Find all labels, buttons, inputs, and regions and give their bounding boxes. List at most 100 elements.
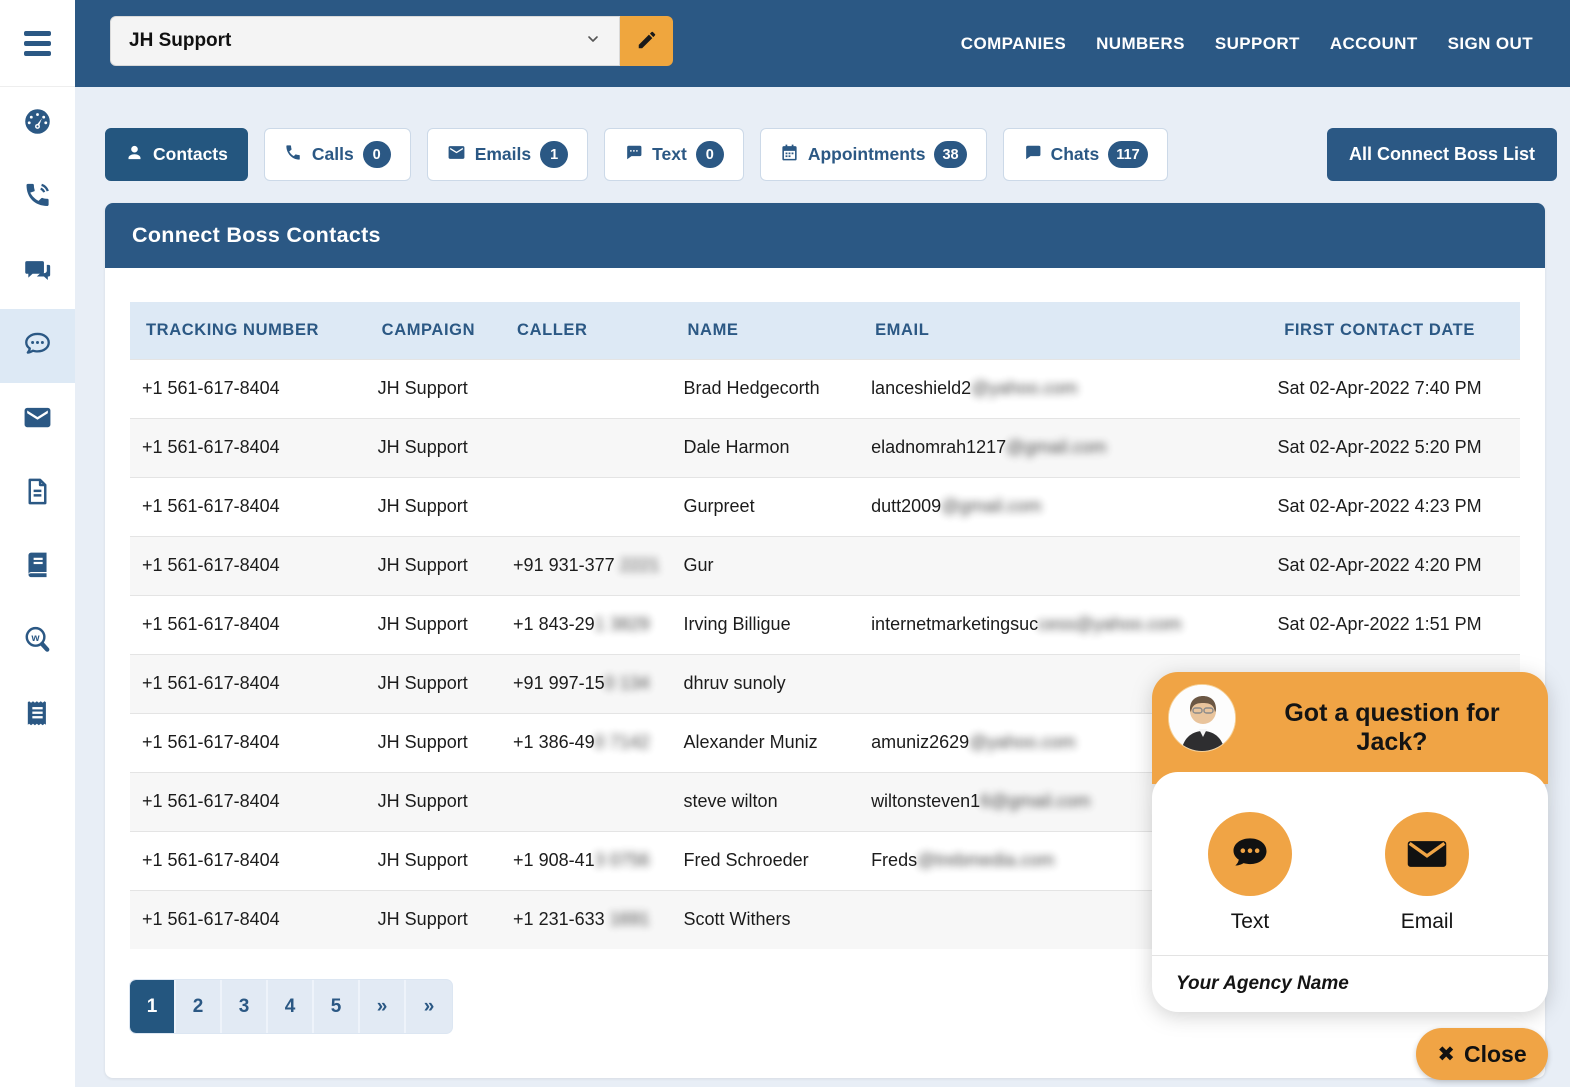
cell-email: eladnomrah1217@gmail.com (859, 418, 1239, 477)
cell-tracking-number: +1 561-617-8404 (130, 831, 366, 890)
chat-email-label: Email (1401, 910, 1454, 934)
tab-emails[interactable]: Emails 1 (427, 128, 588, 181)
col-first-contact-date: FIRST CONTACT DATE (1239, 302, 1520, 359)
visible-text: +91 997-15 (513, 673, 605, 693)
page-5[interactable]: 5 (314, 980, 360, 1033)
cell-caller: +1 908-413 0756 (501, 831, 671, 890)
company-dropdown[interactable]: JH Support (110, 16, 620, 66)
chat-text-button[interactable]: Text (1208, 812, 1292, 934)
cell-caller (501, 359, 671, 418)
cell-tracking-number: +1 561-617-8404 (130, 654, 366, 713)
receipt-icon (22, 698, 53, 734)
text-count-badge: 0 (696, 141, 724, 168)
cell-campaign: JH Support (366, 359, 501, 418)
cell-name: Dale Harmon (672, 418, 860, 477)
jack-avatar (1168, 684, 1236, 752)
nav-numbers[interactable]: NUMBERS (1096, 34, 1185, 54)
cell-first-contact-date: Sat 02-Apr-2022 7:40 PM (1239, 359, 1520, 418)
redacted-text: 0 134 (605, 673, 650, 693)
panel-title: Connect Boss Contacts (132, 223, 381, 248)
sidebar-item-contacts-book[interactable] (0, 531, 75, 605)
tab-label: Contacts (153, 144, 228, 165)
page-next[interactable]: » (406, 980, 452, 1033)
chevron-down-icon (585, 31, 601, 52)
phone-icon (284, 143, 303, 167)
tab-chats[interactable]: Chats 117 (1003, 128, 1168, 181)
chat-email-button[interactable]: Email (1385, 812, 1469, 934)
cell-caller (501, 477, 671, 536)
redacted-text: @yahoo.com (969, 732, 1075, 752)
cell-caller: +91 997-150 134 (501, 654, 671, 713)
cell-name: steve wilton (672, 772, 860, 831)
chat-widget-body: Text Email Your Agency Name (1152, 772, 1548, 1012)
visible-text: +1 231-633 (513, 909, 605, 929)
file-icon (22, 476, 53, 512)
page-1[interactable]: 1 (130, 980, 176, 1033)
cell-name: Gur (672, 536, 860, 595)
page-2[interactable]: 2 (176, 980, 222, 1033)
col-email: EMAIL (859, 302, 1239, 359)
edit-company-button[interactable] (620, 16, 673, 66)
cell-campaign: JH Support (366, 595, 501, 654)
agency-name: Your Agency Name (1176, 973, 1349, 995)
nav-sign-out[interactable]: SIGN OUT (1448, 34, 1533, 54)
cell-caller (501, 772, 671, 831)
cell-name: dhruv sunoly (672, 654, 860, 713)
cell-tracking-number: +1 561-617-8404 (130, 477, 366, 536)
sidebar-item-text-messages[interactable] (0, 309, 75, 383)
cell-campaign: JH Support (366, 772, 501, 831)
cell-name: Alexander Muniz (672, 713, 860, 772)
table-row: +1 561-617-8404JH Support+1 843-291 3829… (130, 595, 1520, 654)
sidebar-item-email[interactable] (0, 383, 75, 457)
page-next[interactable]: » (360, 980, 406, 1033)
redacted-text: cess@yahoo.com (1038, 614, 1181, 634)
cell-caller: +91 931-377 2221 (501, 536, 671, 595)
tab-label: Text (652, 144, 687, 165)
top-nav: COMPANIES NUMBERS SUPPORT ACCOUNT SIGN O… (961, 34, 1570, 54)
page-4[interactable]: 4 (268, 980, 314, 1033)
sidebar-item-billing[interactable] (0, 679, 75, 753)
nav-account[interactable]: ACCOUNT (1330, 34, 1418, 54)
comments-icon (22, 254, 53, 290)
col-tracking-number: TRACKING NUMBER (130, 302, 366, 359)
sidebar-item-keyword-search[interactable]: w (0, 605, 75, 679)
app-root: JH Support COMPANIES NUMBERS SUPPORT ACC… (0, 0, 1570, 1087)
visible-text: lanceshield2 (871, 378, 971, 398)
tab-contacts[interactable]: Contacts (105, 128, 248, 181)
comment-dots-icon (1208, 812, 1292, 896)
panel-header: Connect Boss Contacts (105, 203, 1545, 268)
tab-calls[interactable]: Calls 0 (264, 128, 411, 181)
visible-text: +1 843-29 (513, 614, 595, 634)
cell-campaign: JH Support (366, 477, 501, 536)
cell-tracking-number: +1 561-617-8404 (130, 359, 366, 418)
table-row: +1 561-617-8404JH Support+91 931-377 222… (130, 536, 1520, 595)
calls-count-badge: 0 (363, 141, 391, 168)
tab-appointments[interactable]: Appointments 38 (760, 128, 987, 181)
page-3[interactable]: 3 (222, 980, 268, 1033)
sidebar-item-documents[interactable] (0, 457, 75, 531)
tab-text[interactable]: Text 0 (604, 128, 744, 181)
cell-first-contact-date: Sat 02-Apr-2022 4:20 PM (1239, 536, 1520, 595)
envelope-icon (1385, 812, 1469, 896)
sidebar-item-dashboard[interactable] (0, 87, 75, 161)
redacted-text: @gmail.com (1006, 437, 1106, 457)
cell-campaign: JH Support (366, 890, 501, 949)
col-caller: CALLER (501, 302, 671, 359)
sidebar-item-conversations[interactable] (0, 235, 75, 309)
all-connect-boss-list-button[interactable]: All Connect Boss List (1327, 128, 1557, 181)
calendar-icon (780, 143, 799, 167)
nav-support[interactable]: SUPPORT (1215, 34, 1300, 54)
visible-text: amuniz2629 (871, 732, 969, 752)
nav-companies[interactable]: COMPANIES (961, 34, 1066, 54)
svg-text:w: w (31, 633, 41, 644)
visible-text: dutt2009 (871, 496, 941, 516)
sidebar-item-calls[interactable] (0, 161, 75, 235)
chat-close-button[interactable]: ✖ Close (1416, 1028, 1548, 1080)
redacted-text: @trebmedia.com (917, 850, 1054, 870)
cell-tracking-number: +1 561-617-8404 (130, 418, 366, 477)
chats-count-badge: 117 (1108, 141, 1147, 168)
table-row: +1 561-617-8404JH SupportGurpreetdutt200… (130, 477, 1520, 536)
hamburger-menu-icon[interactable] (0, 0, 75, 87)
tabs-bar: Contacts Calls 0 Emails 1 Text 0 Appoint… (105, 128, 1168, 181)
cell-campaign: JH Support (366, 536, 501, 595)
